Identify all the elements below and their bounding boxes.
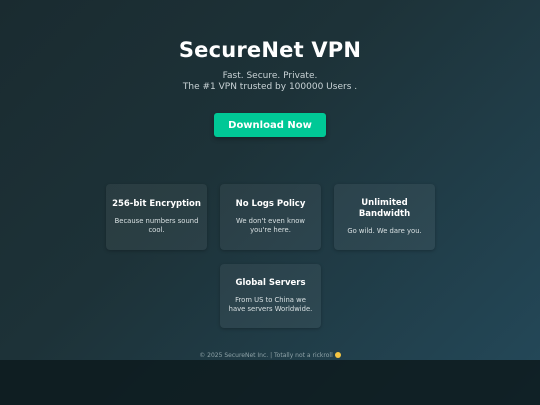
feature-card-global-servers: Global Servers From US to China we have … xyxy=(220,264,321,328)
feature-card-title: Unlimited Bandwidth xyxy=(358,198,411,219)
feature-card-bandwidth: Unlimited Bandwidth Go wild. We dare you… xyxy=(334,184,435,250)
feature-card-title: Global Servers xyxy=(235,278,306,288)
feature-card-description: Go wild. We dare you. xyxy=(347,227,422,235)
feature-card-title: No Logs Policy xyxy=(235,199,306,209)
feature-card-description: We don't even know you're here. xyxy=(236,217,305,234)
feature-card-no-logs: No Logs Policy We don't even know you're… xyxy=(220,184,321,250)
feature-card-description: From US to China we have servers Worldwi… xyxy=(228,296,313,313)
tagline: Fast. Secure. Private. The #1 VPN truste… xyxy=(0,71,540,93)
tagline-line-1: Fast. Secure. Private. xyxy=(222,71,318,81)
landing-page: SecureNet VPN Fast. Secure. Private. The… xyxy=(0,0,540,405)
feature-card-encryption: 256-bit Encryption Because numbers sound… xyxy=(106,184,207,250)
footer-copyright: © 2025 SecureNet Inc. | Totally not a ri… xyxy=(0,352,540,359)
feature-card-title: 256-bit Encryption xyxy=(112,199,201,209)
download-now-button[interactable]: Download Now xyxy=(214,113,326,137)
page-title: SecureNet VPN xyxy=(178,38,362,62)
footer-text: © 2025 SecureNet Inc. | Totally not a ri… xyxy=(199,352,333,359)
tagline-line-2: The #1 VPN trusted by 100000 Users . xyxy=(182,82,358,92)
footer-bar xyxy=(0,360,540,405)
smirk-emoji-icon xyxy=(334,352,341,358)
feature-card-description: Because numbers sound cool. xyxy=(114,217,199,234)
